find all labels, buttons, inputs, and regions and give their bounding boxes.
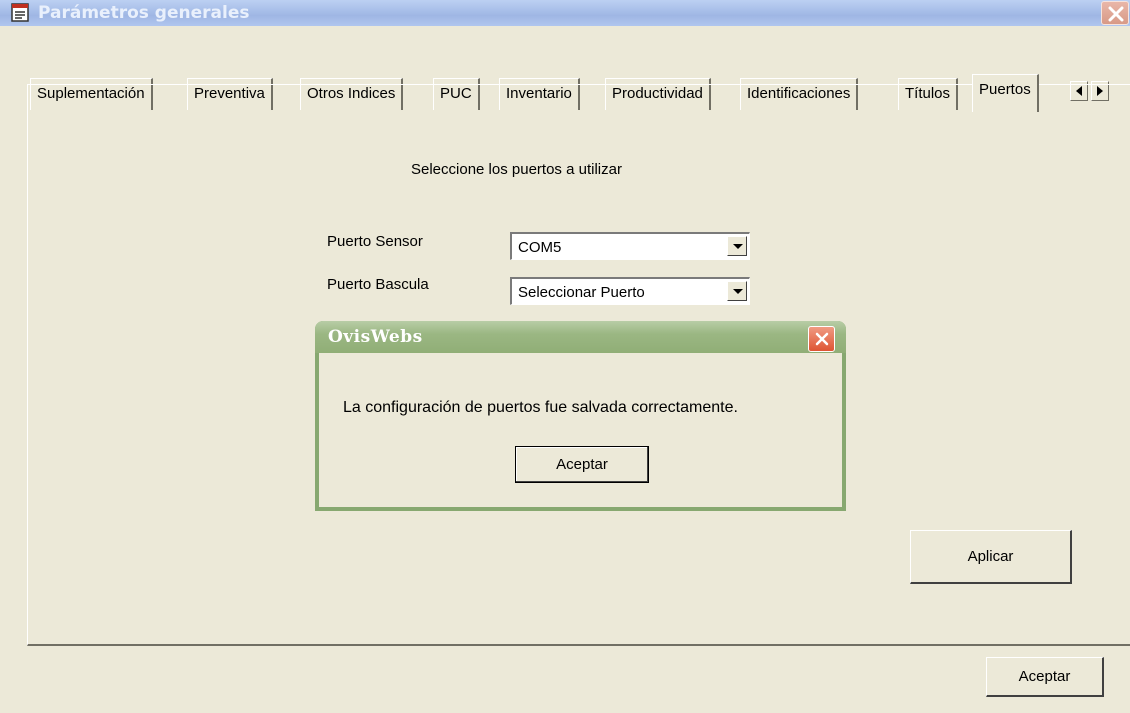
- accept-button[interactable]: Aceptar: [986, 657, 1104, 697]
- scale-port-label: Puerto Bascula: [327, 276, 429, 293]
- message-dialog: OvisWebs La configuración de puertos fue…: [315, 321, 846, 511]
- ports-heading: Seleccione los puertos a utilizar: [411, 161, 622, 178]
- apply-button[interactable]: Aplicar: [910, 530, 1072, 584]
- tab-label: Puertos: [979, 81, 1031, 98]
- dialog-ok-button[interactable]: Aceptar: [515, 446, 649, 483]
- scale-port-select[interactable]: Seleccionar Puerto: [510, 277, 750, 305]
- sensor-port-select[interactable]: COM5: [510, 232, 750, 260]
- dialog-titlebar[interactable]: OvisWebs: [315, 321, 846, 353]
- close-icon: [1108, 6, 1124, 22]
- notepad-app-icon: [10, 3, 31, 23]
- dialog-message: La configuración de puertos fue salvada …: [343, 399, 738, 416]
- sensor-port-label: Puerto Sensor: [327, 233, 423, 250]
- chevron-down-icon: [733, 244, 743, 249]
- dialog-body: La configuración de puertos fue salvada …: [319, 353, 842, 507]
- sensor-port-value: COM5: [518, 239, 562, 256]
- dialog-close-button[interactable]: [808, 326, 835, 352]
- tab-puertos[interactable]: Puertos: [972, 74, 1039, 112]
- scale-port-value: Seleccionar Puerto: [518, 284, 645, 301]
- chevron-down-icon: [733, 289, 743, 294]
- dropdown-button[interactable]: [727, 236, 747, 256]
- dropdown-button[interactable]: [727, 281, 747, 301]
- window-titlebar[interactable]: Parámetros generales: [0, 0, 1130, 26]
- close-icon: [815, 332, 829, 346]
- dialog-title: OvisWebs: [328, 327, 423, 347]
- window-title: Parámetros generales: [38, 3, 250, 23]
- window-close-button[interactable]: [1101, 1, 1129, 25]
